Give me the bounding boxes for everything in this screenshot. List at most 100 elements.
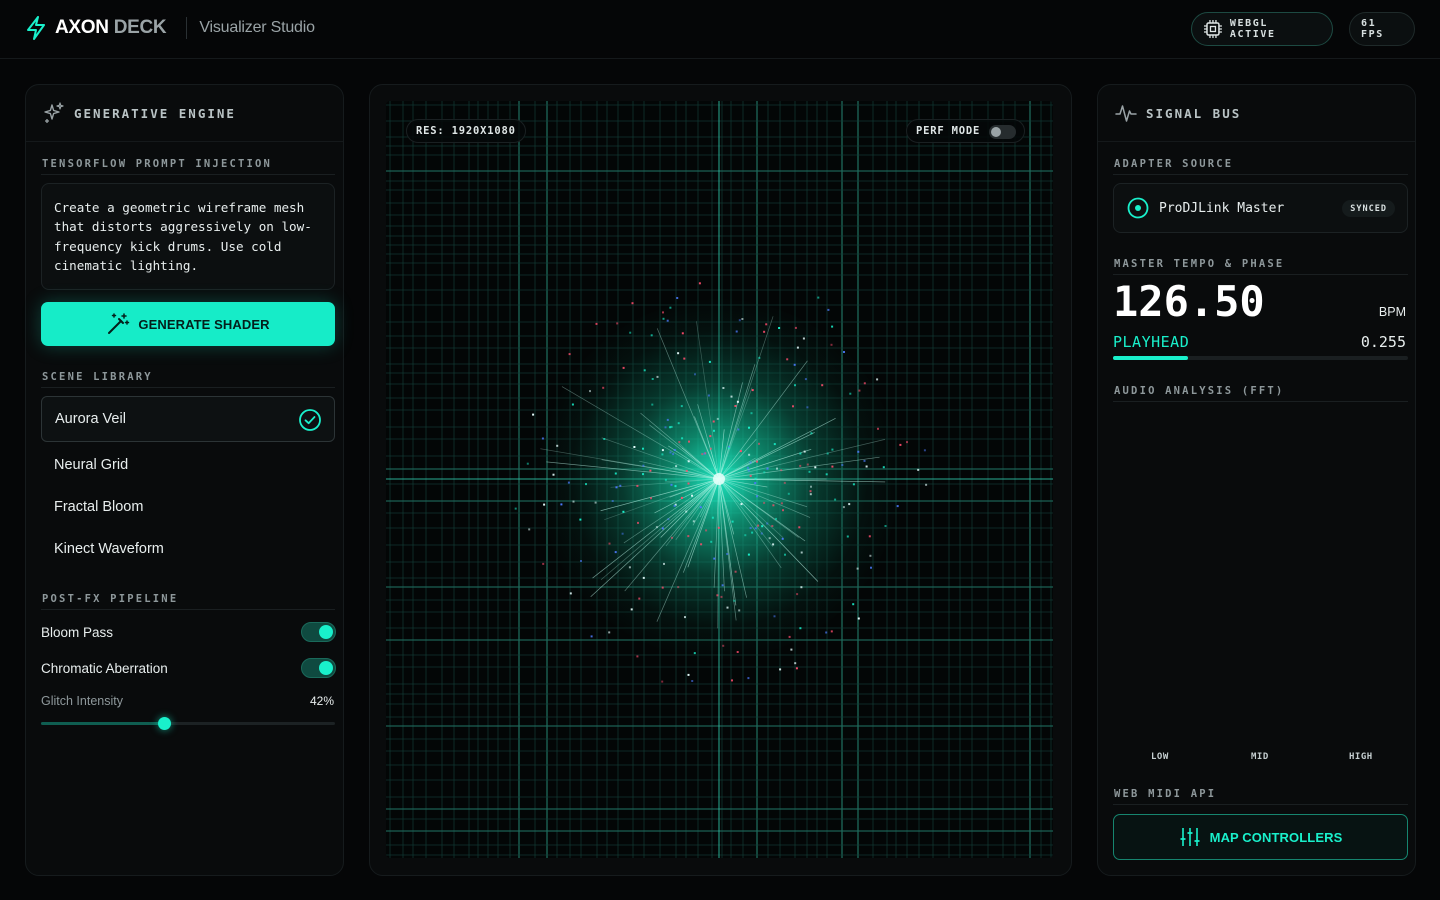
particle [671, 536, 673, 539]
slider-thumb[interactable] [158, 717, 172, 730]
sliders-icon [1180, 828, 1200, 846]
map-controllers-button[interactable]: MAP CONTROLLERS [1113, 814, 1408, 860]
scene-item-kinect-waveform[interactable]: Kinect Waveform [41, 526, 335, 572]
particle [637, 521, 639, 524]
particle [794, 326, 797, 329]
scene-label: Kinect Waveform [54, 541, 164, 557]
particle [556, 444, 559, 447]
particle [748, 453, 751, 456]
particle [869, 554, 872, 557]
section-divider [1113, 274, 1408, 275]
webgl-status-text: WEBGL ACTIVE [1229, 18, 1276, 40]
scene-item-neural-grid[interactable]: Neural Grid [41, 442, 335, 488]
particle [731, 679, 733, 682]
grid-line [696, 321, 720, 480]
particle [834, 498, 837, 501]
particle [649, 469, 652, 472]
particle [642, 473, 644, 476]
scene-label: Aurora Veil [55, 411, 126, 427]
scene-item-fractal-bloom[interactable]: Fractal Bloom [41, 484, 335, 530]
grid-line [656, 478, 720, 622]
particle [672, 453, 675, 456]
generate-shader-label: GENERATE SHADER [138, 316, 270, 332]
particle [735, 330, 738, 333]
particle [669, 451, 672, 454]
glitch-intensity-value: 42% [309, 694, 334, 708]
particle [747, 553, 750, 556]
particle [633, 446, 636, 448]
chromatic-aberration-toggle[interactable] [301, 658, 336, 678]
grid-line [660, 478, 720, 538]
particle [643, 369, 646, 372]
prompt-input[interactable]: Create a geometric wireframe mesh that d… [41, 183, 335, 290]
particle [766, 467, 769, 470]
prompt-section-label: TENSORFLOW PROMPT INJECTION [42, 158, 273, 170]
particle [846, 535, 849, 538]
chromatic-aberration-label: Chromatic Aberration [41, 660, 168, 676]
particle [821, 384, 824, 387]
particle [790, 648, 793, 651]
particle [677, 352, 680, 355]
particle [809, 490, 812, 493]
particle [852, 483, 855, 486]
particle [899, 443, 902, 446]
section-divider [41, 174, 335, 175]
particle [687, 482, 690, 485]
particle [663, 562, 665, 565]
particle [736, 400, 739, 403]
render-viewport[interactable]: RES: 1920X1080 PERF MODE [386, 101, 1053, 858]
scene-item-aurora-veil[interactable]: Aurora Veil [41, 396, 335, 442]
sparkles-icon [44, 102, 64, 123]
particle [758, 356, 761, 359]
particle [917, 468, 920, 471]
particle [814, 466, 817, 469]
bloom-pass-toggle[interactable] [301, 622, 336, 642]
particle [656, 375, 659, 378]
particle [870, 566, 872, 569]
particle [580, 560, 582, 562]
particle [763, 501, 766, 504]
radio-selected-icon [1127, 197, 1149, 219]
glitch-intensity-slider[interactable] [41, 717, 335, 730]
particle [831, 465, 834, 468]
particle [796, 593, 799, 596]
adapter-source-select[interactable]: ProDJLink Master SYNCED [1113, 183, 1408, 233]
particle [638, 597, 641, 600]
particle [670, 483, 673, 486]
particle [830, 630, 833, 633]
particle [749, 461, 752, 464]
particle [751, 389, 754, 392]
particle [608, 542, 611, 545]
panel-header: GENERATIVE ENGINE [26, 85, 343, 142]
activity-pulse-icon [1115, 105, 1137, 122]
particle [756, 460, 758, 463]
fft-section-label: AUDIO ANALYSIS (FFT) [1114, 385, 1285, 397]
particle [691, 680, 694, 682]
particle [642, 576, 645, 579]
particle [781, 537, 784, 540]
scene-library-label: SCENE LIBRARY [42, 371, 153, 383]
particle [798, 526, 801, 529]
particle [778, 327, 781, 329]
particle [608, 631, 611, 634]
particle [749, 527, 752, 529]
particle [803, 450, 806, 453]
particle [664, 478, 667, 481]
playhead-progress-bar [1113, 356, 1408, 360]
particle [809, 493, 812, 496]
particle [768, 537, 771, 540]
particle [664, 426, 667, 429]
particle [780, 502, 783, 505]
particle [734, 570, 737, 573]
particle [825, 631, 828, 634]
particle [688, 440, 690, 443]
particle [817, 296, 820, 299]
perf-mode-label: PERF MODE [916, 125, 981, 137]
particle [827, 308, 830, 311]
particle [708, 360, 711, 363]
generate-shader-button[interactable]: GENERATE SHADER [41, 302, 335, 346]
grid-line [561, 386, 720, 480]
generative-engine-panel: GENERATIVE ENGINE TENSORFLOW PROMPT INJE… [25, 84, 344, 876]
perf-mode-toggle[interactable] [989, 125, 1016, 139]
particle [843, 351, 845, 353]
